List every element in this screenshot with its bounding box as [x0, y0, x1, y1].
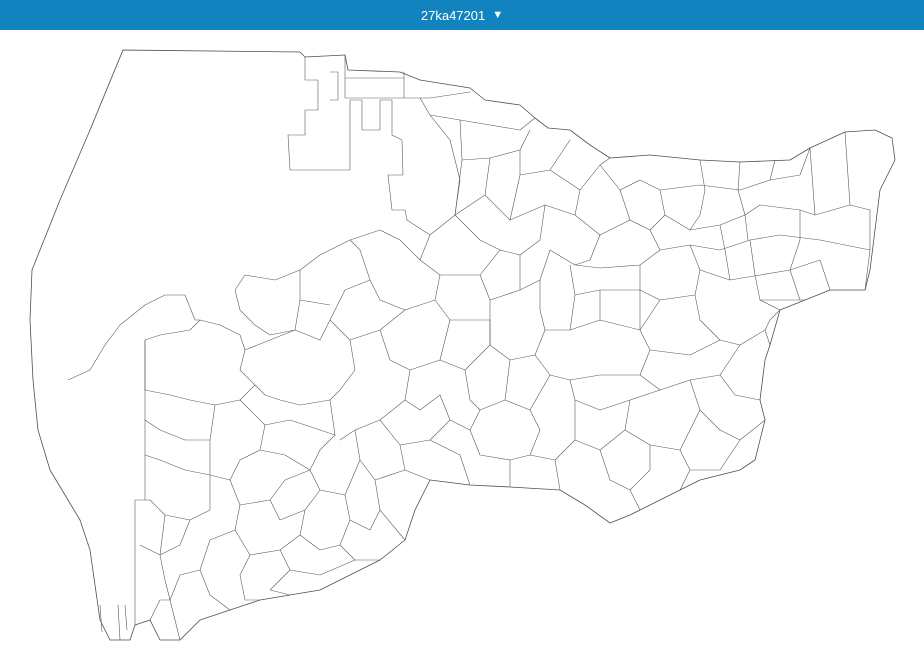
chevron-down-icon: ▼ — [492, 8, 504, 21]
region-selector[interactable]: 27ka47201 ▼ — [421, 8, 503, 23]
map-canvas[interactable] — [0, 30, 924, 660]
region-code-label: 27ka47201 — [420, 7, 486, 23]
top-bar: 27ka47201 ▼ — [0, 0, 924, 30]
region-outline — [29, 49, 896, 641]
district-map[interactable] — [0, 30, 924, 660]
